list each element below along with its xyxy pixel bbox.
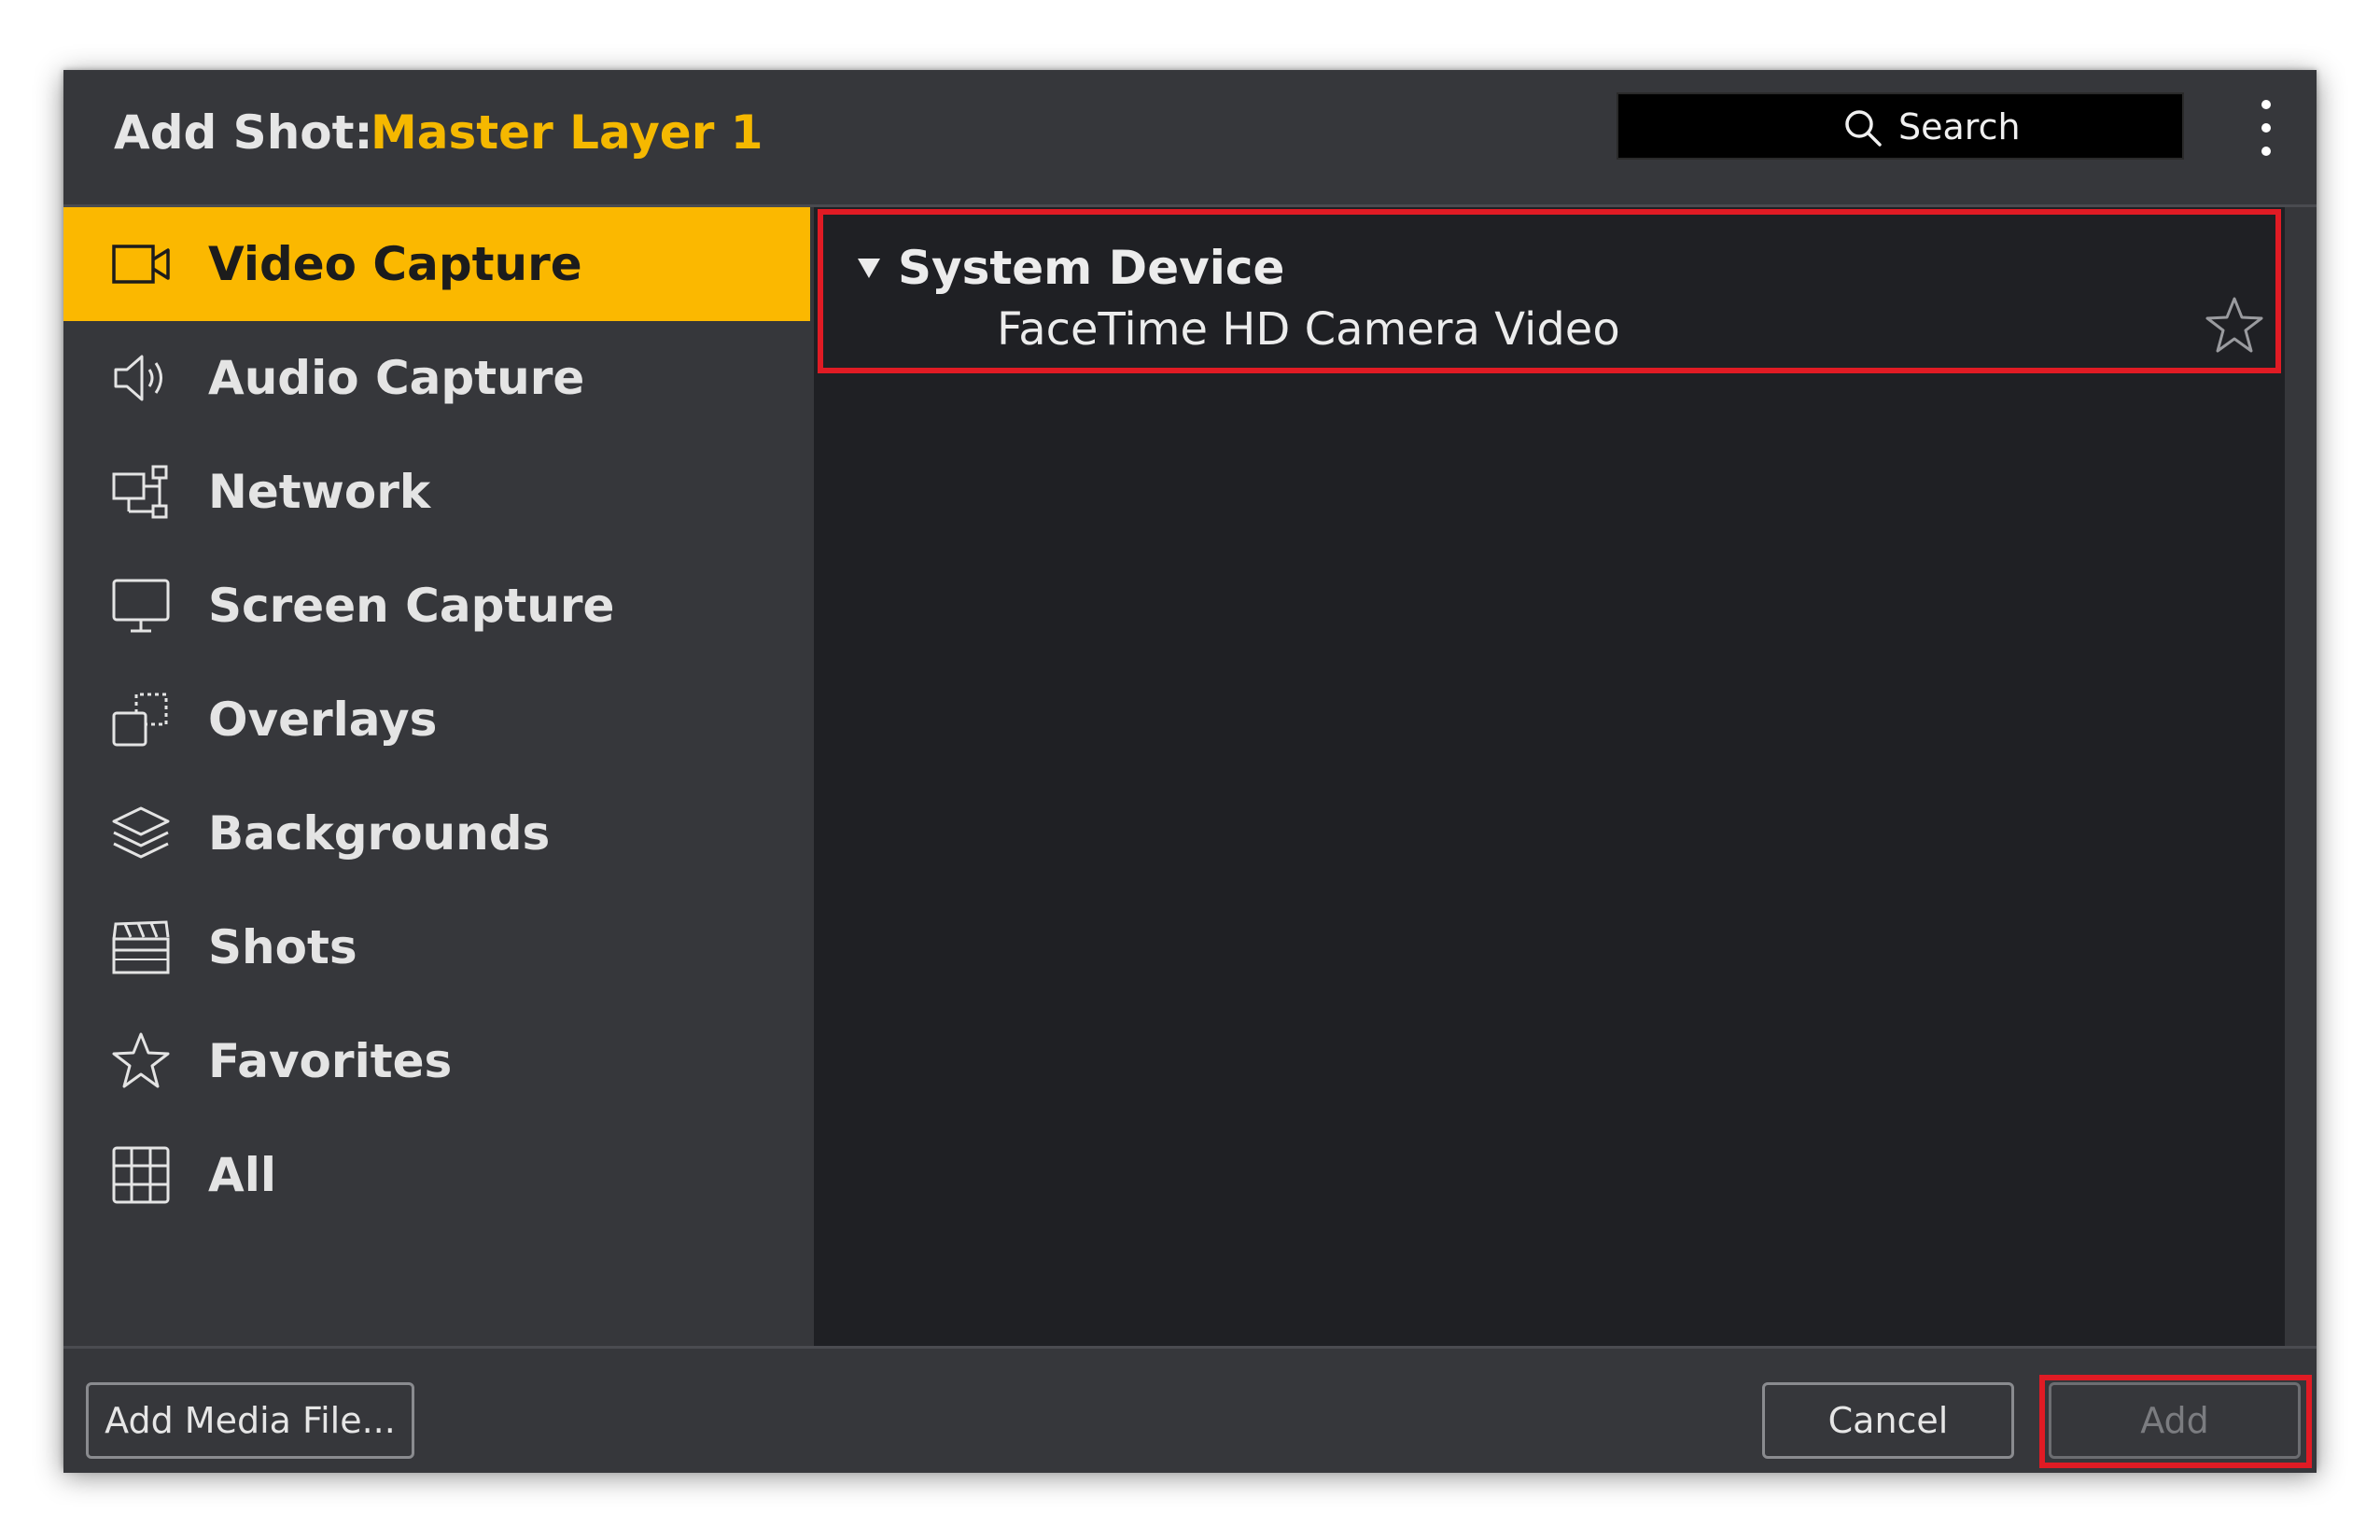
sidebar-item-label: Audio Capture xyxy=(208,351,585,405)
star-icon xyxy=(112,1032,170,1088)
video-camera-icon xyxy=(112,245,170,284)
group-title: System Device xyxy=(898,241,1285,295)
sidebar-item-label: Screen Capture xyxy=(208,579,615,633)
sidebar-item-shots[interactable]: Shots xyxy=(63,890,810,1004)
sidebar-item-audio-capture[interactable]: Audio Capture xyxy=(63,321,810,435)
sidebar-item-all[interactable]: All xyxy=(63,1118,810,1232)
favorite-star-icon[interactable] xyxy=(2205,295,2264,355)
layers-icon xyxy=(112,806,170,859)
search-field[interactable]: Search xyxy=(1617,92,2184,160)
caret-down-icon[interactable] xyxy=(857,256,881,280)
sidebar-item-label: All xyxy=(208,1148,276,1202)
sidebar-item-label: Backgrounds xyxy=(208,806,551,861)
scrollbar-track[interactable] xyxy=(2285,207,2317,1346)
search-icon xyxy=(1845,110,1882,147)
sidebar-item-label: Shots xyxy=(208,920,357,974)
device-item[interactable]: FaceTime HD Camera Video xyxy=(997,297,1620,362)
grid-icon xyxy=(112,1146,170,1204)
cancel-button[interactable]: Cancel xyxy=(1762,1382,2014,1459)
search-placeholder: Search xyxy=(1898,106,2021,147)
system-device-group[interactable]: System Device FaceTime HD Camera Video xyxy=(818,209,2281,373)
sidebar-item-video-capture[interactable]: Video Capture xyxy=(63,207,810,321)
add-shot-dialog: Add Shot: Master Layer 1 Search Video Ca… xyxy=(63,70,2317,1473)
category-sidebar: Video Capture Audio Capture Network Scre… xyxy=(63,207,810,1346)
sidebar-item-label: Overlays xyxy=(208,693,438,747)
overlay-icon xyxy=(112,693,168,747)
dialog-header: Add Shot: Master Layer 1 Search xyxy=(63,70,2317,207)
layer-name: Master Layer 1 xyxy=(371,105,763,160)
dialog-title-label: Add Shot: xyxy=(114,105,373,160)
device-list-panel: System Device FaceTime HD Camera Video xyxy=(814,207,2285,1346)
sidebar-item-screen-capture[interactable]: Screen Capture xyxy=(63,549,810,663)
more-options-icon[interactable] xyxy=(2249,98,2283,158)
clapperboard-icon xyxy=(112,920,170,974)
dialog-footer: Add Media File... Cancel Add xyxy=(63,1346,2317,1473)
network-icon xyxy=(112,465,168,519)
sidebar-item-label: Video Capture xyxy=(208,237,582,291)
add-button[interactable]: Add xyxy=(2049,1382,2301,1459)
sidebar-item-overlays[interactable]: Overlays xyxy=(63,663,810,777)
sidebar-item-label: Favorites xyxy=(208,1034,453,1088)
sidebar-item-network[interactable]: Network xyxy=(63,435,810,549)
monitor-icon xyxy=(112,579,170,633)
sidebar-item-backgrounds[interactable]: Backgrounds xyxy=(63,777,810,890)
sidebar-item-label: Network xyxy=(208,465,431,519)
add-media-file-button[interactable]: Add Media File... xyxy=(86,1382,414,1459)
sidebar-item-favorites[interactable]: Favorites xyxy=(63,1004,810,1118)
speaker-icon xyxy=(114,355,162,401)
